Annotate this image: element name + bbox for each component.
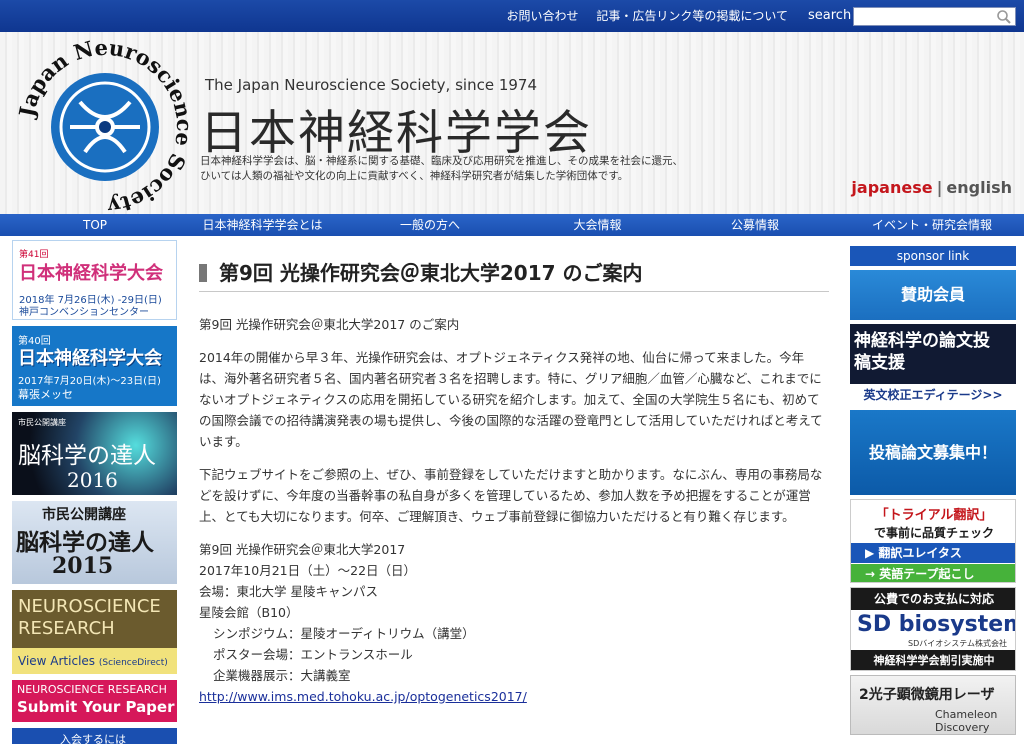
nav-item-top[interactable]: TOP — [0, 214, 190, 236]
event-date: 2017年10月21日（土）～22日（日） — [199, 563, 417, 578]
banner-text: Submit Your Paper ! — [17, 698, 177, 716]
banner-text: SD biosystem — [857, 612, 1016, 637]
description-line: 日本神経科学学会は、脳・神経系に関する基礎、臨床及び応用研究を推進し、その成果を… — [200, 155, 683, 167]
nav-item-public[interactable]: 一般の方へ — [335, 214, 525, 236]
banner-join[interactable]: 入会するには — [12, 728, 177, 744]
banner-text: で事前に品質チェック — [873, 526, 994, 540]
banner-text: NEUROSCIENCE RESEARCH — [18, 596, 161, 639]
banner-text: 脳科学の達人 — [16, 529, 154, 556]
nav-item-meeting[interactable]: 大会情報 — [525, 214, 670, 236]
search-icon[interactable] — [996, 9, 1012, 25]
banner-text: 脳科学の達人 — [18, 443, 156, 469]
intro-text: 第9回 光操作研究会＠東北大学2017 のご案内 — [199, 317, 460, 332]
event-exhibit: 企業機器展示：大講義室 — [213, 668, 351, 683]
search-label: search — [808, 8, 852, 23]
nav-item-about[interactable]: 日本神経科学学会とは — [190, 214, 335, 236]
banner-text: 市民公開講座 — [42, 507, 126, 523]
banner-transcription-link[interactable]: → 英語テープ起こし — [851, 564, 1015, 582]
main-content: 第9回 光操作研究会＠東北大学2017 のご案内 第9回 光操作研究会＠東北大学… — [199, 258, 829, 707]
banner-text: 2光子顕微鏡用レーザ — [859, 687, 995, 703]
banner-41st-meeting[interactable]: 第41回 日本神経科学大会 2018年 7月26日(木) -29日(日) 神戸コ… — [12, 240, 177, 320]
banner-text: NEUROSCIENCE RESEARCH — [17, 683, 167, 696]
banner-translation-link[interactable]: ▶ 翻訳ユレイタス — [851, 543, 1015, 563]
event-symposium: シンポジウム：星陵オーディトリウム（講堂） — [213, 626, 475, 641]
banner-text: 日本神経科学大会 — [18, 348, 162, 369]
banner-text: 神経科学の論文投稿支援 — [854, 331, 990, 373]
banner-supporting-members[interactable]: 賛助会員 — [850, 270, 1016, 320]
banner-editage[interactable]: 神経科学の論文投稿支援 英文校正エディテージ>> — [850, 324, 1016, 406]
policy-link[interactable]: 記事・広告リンク等の掲載について — [596, 9, 788, 23]
tagline: The Japan Neuroscience Society, since 19… — [205, 76, 537, 94]
banner-submit-paper[interactable]: NEUROSCIENCE RESEARCH Submit Your Paper … — [12, 680, 177, 722]
event-venue: 会場：東北大学 星陵キャンパス — [199, 584, 378, 599]
banner-text: 神経科学学会割引実施中 — [851, 650, 1015, 670]
body-paragraph: 2014年の開催から早３年、光操作研究会は、オプトジェネティクス発祥の地、仙台に… — [199, 350, 823, 449]
body-paragraph: 下記ウェブサイトをご参照の上、ぜひ、事前登録をしていただけますと助かります。なに… — [199, 467, 823, 524]
event-hall: 星陵会館（B10） — [199, 605, 299, 620]
banner-ulatus[interactable]: 「トライアル翻訳」 で事前に品質チェック ▶ 翻訳ユレイタス → 英語テープ起こ… — [850, 499, 1016, 583]
banner-text: 「トライアル翻訳」 — [875, 508, 993, 523]
banner-text: SDバイオシステム株式会社 — [908, 639, 1007, 648]
banner-text: 2017年7月20日(木)～23日(日) — [18, 376, 161, 387]
left-sidebar: 第41回 日本神経科学大会 2018年 7月26日(木) -29日(日) 神戸コ… — [12, 240, 177, 744]
banner-text: (ScienceDirect) — [98, 658, 168, 668]
banner-text: 幕張メッセ — [18, 388, 73, 401]
site-description: 日本神経科学学会は、脳・神経系に関する基礎、臨床及び応用研究を推進し、その成果を… — [200, 154, 760, 184]
lang-english-link[interactable]: english — [946, 178, 1012, 197]
sponsor-label: sponsor link — [850, 246, 1016, 266]
lang-japanese-link[interactable]: japanese — [851, 178, 932, 197]
page-title-text: 第9回 光操作研究会＠東北大学2017 のご案内 — [219, 261, 643, 285]
site-header: Japan Neuroscience Society The Japan Neu… — [0, 32, 1024, 214]
lang-separator: | — [936, 178, 943, 197]
banner-text: 英文校正エディテージ>> — [850, 384, 1016, 406]
language-switch: japanese | english — [851, 178, 1012, 197]
banner-public-lecture-2015[interactable]: 市民公開講座 脳科学の達人 2015 — [12, 501, 177, 584]
banner-text: 英語テープ起こし — [879, 567, 975, 581]
event-website-link[interactable]: http://www.ims.med.tohoku.ac.jp/optogene… — [199, 689, 527, 704]
banner-text: 公費でのお支払に対応 — [851, 588, 1015, 610]
page-title: 第9回 光操作研究会＠東北大学2017 のご案内 — [199, 258, 829, 292]
description-line: ひいては人類の福祉や文化の向上に貢献すべく、神経科学研究者が結集した学術団体です… — [200, 170, 629, 182]
banner-text: View Articles (ScienceDirect) — [12, 648, 177, 674]
banner-text: View Articles — [18, 654, 96, 668]
banner-public-lecture-2016[interactable]: 市民公開講座 脳科学の達人 2016 — [12, 412, 177, 495]
banner-call-for-papers[interactable]: 投稿論文募集中！ — [850, 410, 1016, 495]
society-logo[interactable]: Japan Neuroscience Society — [10, 32, 200, 214]
nav-item-jobs[interactable]: 公募情報 — [670, 214, 840, 236]
top-bar: お問い合わせ 記事・広告リンク等の掲載について search — [0, 0, 1024, 32]
site-title[interactable]: 日本神経科学学会 — [200, 94, 592, 163]
main-nav: TOP 日本神経科学学会とは 一般の方へ 大会情報 公募情報 イベント・研究会情… — [0, 214, 1024, 236]
banner-text: 2016 — [67, 468, 118, 492]
banner-neuroscience-research-articles[interactable]: NEUROSCIENCE RESEARCH View Articles (Sci… — [12, 590, 177, 674]
title-bar-marker — [199, 264, 207, 282]
banner-text: 入会するには — [60, 733, 126, 744]
banner-chameleon-laser[interactable]: 2光子顕微鏡用レーザ Chameleon Discovery — [850, 675, 1016, 735]
event-poster: ポスター会場：エントランスホール — [213, 647, 413, 662]
event-details: 第9回 光操作研究会＠東北大学2017 2017年10月21日（土）～22日（日… — [199, 539, 829, 707]
banner-text: 2015 — [52, 553, 114, 579]
banner-text: 市民公開講座 — [18, 418, 66, 427]
banner-text: 翻訳ユレイタス — [878, 546, 962, 560]
banner-text: 神戸コンベンションセンター — [19, 307, 149, 318]
contact-link[interactable]: お問い合わせ — [507, 9, 579, 23]
event-name: 第9回 光操作研究会＠東北大学2017 — [199, 542, 406, 557]
right-sidebar: sponsor link 賛助会員 神経科学の論文投稿支援 英文校正エディテージ… — [850, 246, 1016, 739]
nav-item-events[interactable]: イベント・研究会情報 — [840, 214, 1024, 236]
utility-links: お問い合わせ 記事・広告リンク等の掲載について — [493, 7, 789, 24]
banner-sd-biosystem[interactable]: 公費でのお支払に対応 SD biosystem SDバイオシステム株式会社 神経… — [850, 587, 1016, 671]
search-input[interactable] — [853, 7, 1016, 26]
banner-40th-meeting[interactable]: 第40回 日本神経科学大会 2017年7月20日(木)～23日(日) 幕張メッセ — [12, 326, 177, 406]
banner-text: 日本神経科学大会 — [19, 263, 163, 284]
banner-text: Chameleon Discovery — [935, 708, 998, 734]
